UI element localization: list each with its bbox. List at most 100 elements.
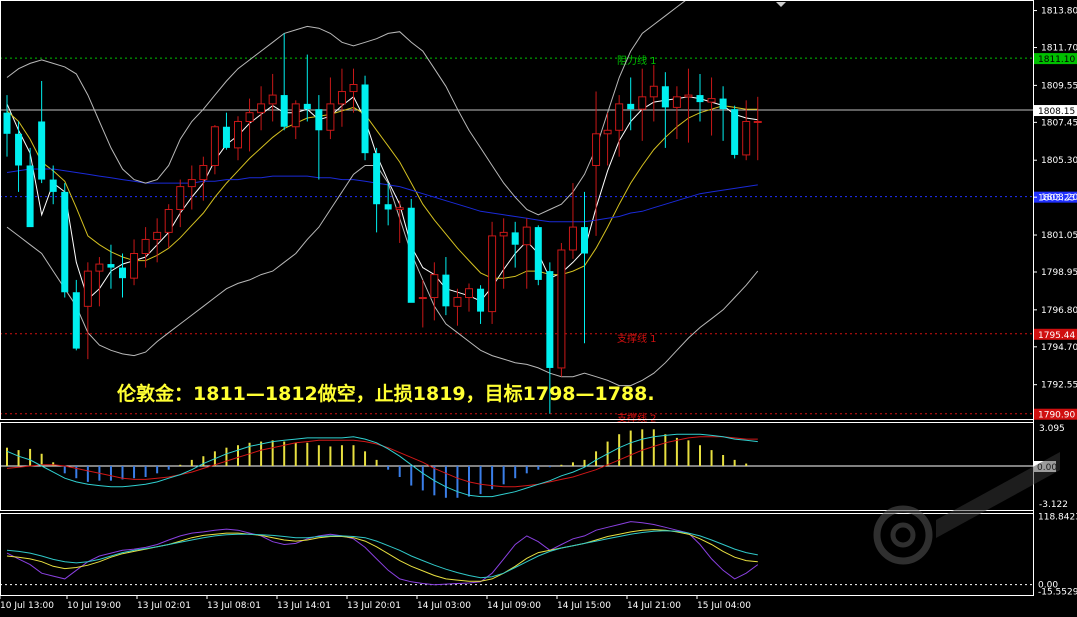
- candle-body: [199, 164, 208, 181]
- candle-body: [164, 209, 173, 233]
- candle-body: [61, 191, 69, 293]
- price-tick-label: 1798.95: [1041, 268, 1077, 278]
- candle-body: [522, 226, 531, 246]
- candle-body: [210, 126, 219, 166]
- candle-body: [672, 96, 681, 108]
- price-tick-label: 1813.80: [1041, 7, 1077, 17]
- candle-body: [477, 288, 485, 312]
- price-panel: 阻力线 1 1811.101803.23支撑线 1 1795.44支撑线 2 1790…: [0, 0, 1077, 425]
- current-price-label: 1808.15: [1038, 107, 1075, 117]
- osc-tick-label: 118.8423: [1038, 513, 1077, 523]
- level-price-label: 1811.10: [1038, 55, 1075, 65]
- candle-body: [465, 288, 473, 299]
- candle-body: [141, 238, 150, 255]
- trading-chart[interactable]: 阻力线 1 1811.101803.23支撑线 1 1795.44支撑线 2 1790…: [0, 0, 1077, 617]
- candle-body: [719, 98, 727, 110]
- candle-body: [280, 95, 288, 127]
- candle-body: [592, 133, 601, 166]
- time-tick-label: 13 Jul 02:01: [137, 601, 191, 611]
- candle-body: [176, 186, 185, 211]
- macd-main-line: [6, 433, 758, 498]
- candle-body: [684, 94, 693, 98]
- candle-body: [534, 227, 542, 280]
- price-tick-label: 1801.05: [1041, 231, 1077, 241]
- price-tick-label: 1794.70: [1041, 343, 1077, 353]
- candle-body: [315, 109, 323, 131]
- price-tick-label: 1805.30: [1041, 156, 1077, 166]
- candle-body: [418, 297, 427, 300]
- price-tick-label: 1792.55: [1041, 381, 1077, 391]
- candle-body: [546, 271, 554, 368]
- candle-body: [742, 120, 751, 156]
- time-tick-label: 10 Jul 13:00: [0, 601, 54, 611]
- candle-body: [337, 91, 346, 105]
- candle-body: [661, 86, 669, 108]
- watermark-inner-ring: [890, 522, 916, 548]
- candle-body: [15, 133, 23, 166]
- time-tick-label: 13 Jul 14:01: [277, 601, 331, 611]
- candle-body: [557, 249, 566, 369]
- candle-body: [153, 231, 162, 240]
- level-name: 阻力线 1: [617, 54, 657, 67]
- trade-note: 伦敦金：1811—1812做空，止损1819，目标1798—1788.: [117, 383, 655, 405]
- macd-tick-label: 3.095: [1039, 424, 1065, 434]
- candle-body: [72, 292, 80, 349]
- time-tick-label: 13 Jul 08:01: [207, 601, 261, 611]
- candle-body: [407, 207, 415, 303]
- candle-body: [615, 103, 624, 131]
- candle-body: [303, 103, 311, 110]
- axes: 1813.80 1811.70 1809.55 1807.45 1805.30 1803.…: [0, 0, 1077, 611]
- candle-body: [384, 204, 392, 210]
- candle-body: [373, 153, 381, 205]
- time-tick-label: 15 Jul 04:00: [697, 601, 751, 611]
- price-tick-label: 1796.80: [1041, 306, 1077, 316]
- candle-body: [627, 103, 635, 110]
- candle-body: [257, 103, 266, 114]
- level-price-label: 1795.44: [1038, 331, 1075, 341]
- time-tick-label: 13 Jul 20:01: [347, 601, 401, 611]
- candle-body: [731, 109, 739, 155]
- candle-body: [326, 103, 335, 131]
- candle-body: [649, 85, 658, 98]
- candle-body: [268, 94, 277, 105]
- chart-root: 阻力线 1 1811.10 1803.23 支撑线 1 1795.44 支撑线 2 1790…: [0, 0, 1077, 617]
- price-tick-label: 1807.45: [1041, 118, 1077, 128]
- price-tick-label: 1809.55: [1041, 81, 1077, 91]
- candle-body: [361, 84, 369, 154]
- candle-body: [245, 112, 254, 122]
- candle-body: [430, 274, 439, 299]
- candle-body: [453, 297, 462, 307]
- candle-body: [83, 270, 92, 307]
- candle-body: [638, 96, 647, 110]
- level-name: 支撑线 1: [617, 332, 657, 345]
- price-panel-frame: [0, 0, 1034, 420]
- candle-body: [499, 231, 508, 237]
- candle-body: [349, 84, 358, 93]
- candle-body: [3, 112, 11, 134]
- macd-panel: [0, 429, 1033, 498]
- level-price-label: 1790.90: [1038, 411, 1075, 421]
- watermark-band: [936, 452, 1060, 538]
- time-tick-label: 10 Jul 19:00: [67, 601, 121, 611]
- time-tick-label: 14 Jul 21:00: [627, 601, 681, 611]
- macd-tick-label: -3.122: [1039, 500, 1068, 510]
- price-tick-label: 1811.70: [1041, 44, 1077, 54]
- price-overlay-line: [6, 168, 758, 223]
- osc-tick-label: -15.5529: [1038, 588, 1077, 598]
- candle-body: [581, 227, 588, 254]
- time-tick-label: 14 Jul 15:00: [557, 601, 611, 611]
- candle-body: [95, 263, 104, 272]
- osc-line: [6, 529, 758, 582]
- candle-body: [49, 179, 57, 192]
- candle-body: [38, 121, 46, 180]
- price-overlay-line: [6, 105, 758, 279]
- candle-body: [107, 264, 115, 268]
- candle-body: [442, 274, 450, 307]
- time-tick-label: 14 Jul 09:00: [487, 601, 541, 611]
- candle-body: [488, 235, 497, 313]
- watermark-logo: [873, 452, 1060, 565]
- candle-body: [753, 120, 762, 123]
- candle-body: [119, 267, 126, 279]
- candle-body: [707, 98, 716, 103]
- candle-body: [291, 103, 300, 128]
